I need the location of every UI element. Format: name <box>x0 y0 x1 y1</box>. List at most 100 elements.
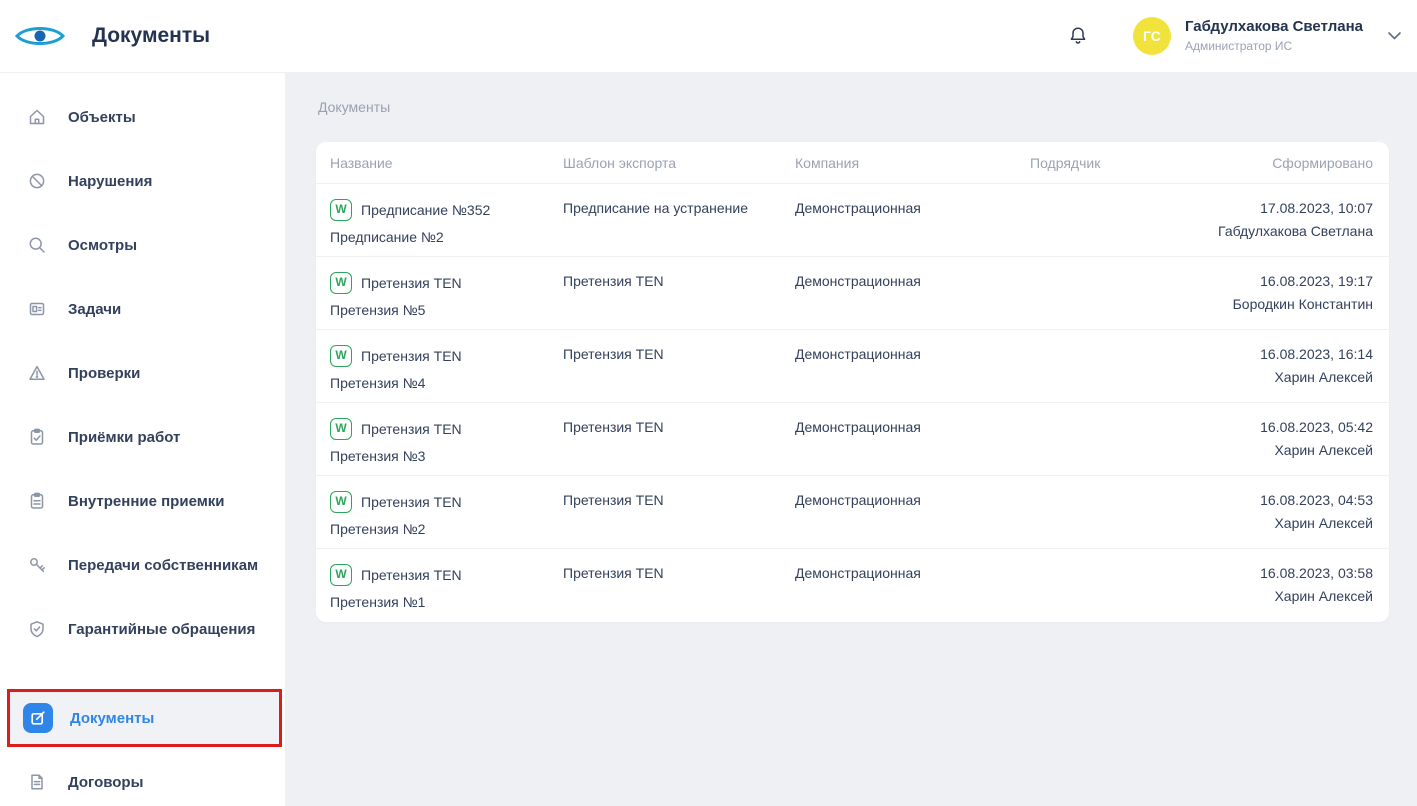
doc-company: Демонстрационная <box>795 199 1030 217</box>
doc-title: Предписание №352 <box>361 201 490 219</box>
doc-name-cell: W Предписание №352 Предписание №2 <box>330 199 563 246</box>
doc-company: Демонстрационная <box>795 272 1030 290</box>
doc-created-cell: 16.08.2023, 03:58 Харин Алексей <box>1205 564 1373 605</box>
app-logo-icon <box>13 21 67 51</box>
table-row[interactable]: W Претензия TEN Претензия №2 Претензия T… <box>316 476 1389 549</box>
user-info: Габдулхакова Светлана Администратор ИС <box>1185 18 1363 53</box>
doc-title: Претензия TEN <box>361 566 462 584</box>
doc-subtitle: Предписание №2 <box>330 228 553 246</box>
document-lines-icon <box>27 772 47 792</box>
sidebar-item-label: Нарушения <box>68 173 152 190</box>
doc-subtitle: Претензия №5 <box>330 301 553 319</box>
doc-template: Претензия TEN <box>563 418 795 436</box>
keys-icon <box>27 555 47 575</box>
doc-title: Претензия TEN <box>361 274 462 292</box>
clipboard-check-icon <box>27 427 47 447</box>
sidebar-item-label: Документы <box>70 710 154 727</box>
doc-subtitle: Претензия №2 <box>330 520 553 538</box>
doc-company: Демонстрационная <box>795 564 1030 582</box>
doc-created-cell: 16.08.2023, 16:14 Харин Алексей <box>1205 345 1373 386</box>
table-row[interactable]: W Претензия TEN Претензия №5 Претензия T… <box>316 257 1389 330</box>
sidebar-item-contracts[interactable]: Договоры <box>0 750 285 806</box>
sidebar-item-label: Внутренние приемки <box>68 493 225 510</box>
sidebar-item-violations[interactable]: Нарушения <box>0 149 285 213</box>
doc-company: Демонстрационная <box>795 345 1030 363</box>
sidebar-item-warranty[interactable]: Гарантийные обращения <box>0 597 285 661</box>
word-doc-icon: W <box>330 199 352 221</box>
doc-title: Претензия TEN <box>361 347 462 365</box>
warning-triangle-icon <box>27 363 47 383</box>
doc-company: Демонстрационная <box>795 418 1030 436</box>
word-doc-icon: W <box>330 345 352 367</box>
sidebar-item-inspections[interactable]: Осмотры <box>0 213 285 277</box>
sidebar-item-documents[interactable]: Документы <box>8 690 281 746</box>
user-avatar[interactable]: ГС <box>1133 17 1171 55</box>
doc-template: Претензия TEN <box>563 491 795 509</box>
search-icon <box>27 235 47 255</box>
doc-created-cell: 16.08.2023, 05:42 Харин Алексей <box>1205 418 1373 459</box>
doc-created-date: 16.08.2023, 03:58 <box>1205 564 1373 582</box>
doc-created-date: 17.08.2023, 10:07 <box>1205 199 1373 217</box>
doc-name-cell: W Претензия TEN Претензия №1 <box>330 564 563 611</box>
doc-subtitle: Претензия №4 <box>330 374 553 392</box>
sidebar-item-label: Проверки <box>68 365 140 382</box>
sidebar-item-label: Задачи <box>68 301 121 318</box>
documents-table: Название Шаблон экспорта Компания Подряд… <box>316 142 1389 622</box>
sidebar-item-checks[interactable]: Проверки <box>0 341 285 405</box>
doc-template: Предписание на устранение <box>563 199 795 217</box>
clipboard-lines-icon <box>27 491 47 511</box>
sidebar-item-label: Приёмки работ <box>68 429 180 446</box>
sidebar-item-objects[interactable]: Объекты <box>0 85 285 149</box>
page-title: Документы <box>92 24 210 48</box>
sidebar-item-internal-acceptance[interactable]: Внутренние приемки <box>0 469 285 533</box>
table-row[interactable]: W Претензия TEN Претензия №4 Претензия T… <box>316 330 1389 403</box>
doc-template: Претензия TEN <box>563 272 795 290</box>
table-row[interactable]: W Претензия TEN Претензия №1 Претензия T… <box>316 549 1389 622</box>
home-icon <box>27 107 47 127</box>
table-row[interactable]: W Претензия TEN Претензия №3 Претензия T… <box>316 403 1389 476</box>
doc-created-by: Харин Алексей <box>1205 441 1373 459</box>
sidebar-item-label: Объекты <box>68 109 136 126</box>
sidebar-item-owner-handover[interactable]: Передачи собственникам <box>0 533 285 597</box>
doc-name-cell: W Претензия TEN Претензия №4 <box>330 345 563 392</box>
doc-created-by: Харин Алексей <box>1205 514 1373 532</box>
doc-created-date: 16.08.2023, 05:42 <box>1205 418 1373 436</box>
sidebar-item-tasks[interactable]: Задачи <box>0 277 285 341</box>
user-role: Администратор ИС <box>1185 39 1363 53</box>
doc-created-cell: 16.08.2023, 04:53 Харин Алексей <box>1205 491 1373 532</box>
word-doc-icon: W <box>330 564 352 586</box>
column-header-company: Компания <box>795 155 1030 171</box>
column-header-created: Сформировано <box>1205 155 1373 171</box>
doc-name-cell: W Претензия TEN Претензия №3 <box>330 418 563 465</box>
doc-subtitle: Претензия №3 <box>330 447 553 465</box>
column-header-name: Название <box>330 155 563 171</box>
doc-created-by: Габдулхакова Светлана <box>1205 222 1373 240</box>
sidebar-item-work-acceptance[interactable]: Приёмки работ <box>0 405 285 469</box>
doc-created-cell: 16.08.2023, 19:17 Бородкин Константин <box>1205 272 1373 313</box>
prohibition-icon <box>27 171 47 191</box>
chevron-down-icon[interactable] <box>1385 27 1403 45</box>
header-right: ГС Габдулхакова Светлана Администратор И… <box>1065 17 1403 55</box>
word-doc-icon: W <box>330 272 352 294</box>
word-doc-icon: W <box>330 418 352 440</box>
doc-name-cell: W Претензия TEN Претензия №2 <box>330 491 563 538</box>
table-row[interactable]: W Предписание №352 Предписание №2 Предпи… <box>316 184 1389 257</box>
sidebar-item-label: Гарантийные обращения <box>68 621 255 638</box>
column-header-contractor: Подрядчик <box>1030 155 1205 171</box>
notifications-bell-icon[interactable] <box>1065 23 1091 49</box>
sidebar-item-label: Передачи собственникам <box>68 557 258 574</box>
doc-title: Претензия TEN <box>361 493 462 511</box>
user-name: Габдулхакова Светлана <box>1185 18 1363 36</box>
breadcrumb: Документы <box>318 99 1389 115</box>
doc-created-cell: 17.08.2023, 10:07 Габдулхакова Светлана <box>1205 199 1373 240</box>
tasks-card-icon <box>27 299 47 319</box>
word-doc-icon: W <box>330 491 352 513</box>
doc-title: Претензия TEN <box>361 420 462 438</box>
table-header-row: Название Шаблон экспорта Компания Подряд… <box>316 142 1389 184</box>
doc-created-date: 16.08.2023, 04:53 <box>1205 491 1373 509</box>
doc-created-by: Бородкин Константин <box>1205 295 1373 313</box>
documents-edit-icon <box>23 703 53 733</box>
doc-template: Претензия TEN <box>563 564 795 582</box>
sidebar-item-label: Осмотры <box>68 237 137 254</box>
app-header: Документы ГС Габдулхакова Светлана Админ… <box>0 0 1417 73</box>
